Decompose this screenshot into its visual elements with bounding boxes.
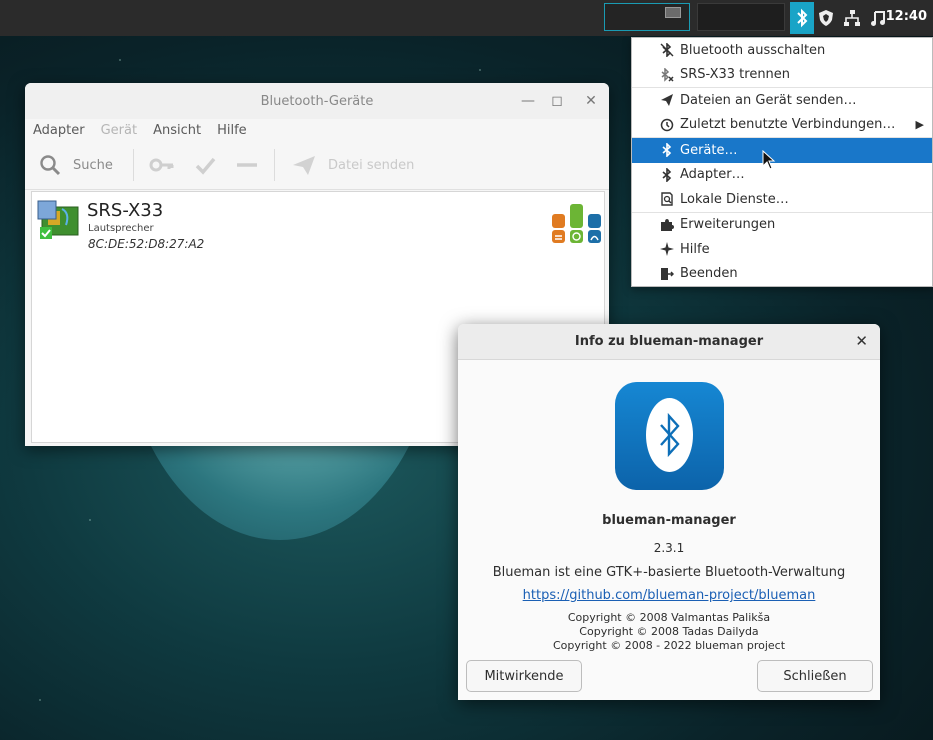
- menu-item-send-files[interactable]: Dateien an Gerät senden…: [632, 88, 932, 113]
- maximize-icon[interactable]: ◻: [548, 92, 566, 110]
- menu-item-label: Beenden: [680, 266, 738, 282]
- menu-item-label: Zuletzt benutzte Verbindungen…: [680, 117, 896, 133]
- top-panel: 12:40: [0, 0, 933, 36]
- window-titlebar[interactable]: Bluetooth-Geräte — ◻ ✕: [25, 83, 609, 119]
- dialog-titlebar[interactable]: Info zu blueman-manager ✕: [458, 324, 880, 360]
- menu-item-help[interactable]: Hilfe: [632, 237, 932, 262]
- device-name: SRS-X33: [87, 200, 164, 221]
- menubar: Adapter Gerät Ansicht Hilfe: [25, 119, 609, 141]
- device-row[interactable]: SRS-X33 Lautsprecher 8C:DE:52:D8:27:A2: [32, 196, 604, 254]
- menu-adapter[interactable]: Adapter: [33, 123, 85, 138]
- menu-item-label: Erweiterungen: [680, 217, 776, 233]
- workspace-1[interactable]: [604, 3, 690, 31]
- toolbar-separator: [133, 149, 134, 181]
- menu-item-bluetooth-off[interactable]: Bluetooth ausschalten: [632, 38, 932, 63]
- audio-device-icon: [37, 200, 79, 239]
- copyright-line: Copyright © 2008 - 2022 blueman project: [552, 639, 786, 652]
- menu-item-label: Dateien an Gerät senden…: [680, 92, 857, 108]
- about-dialog: Info zu blueman-manager ✕ blueman-manage…: [458, 324, 880, 700]
- copyright-line: Copyright © 2008 Valmantas Palikša: [567, 611, 771, 624]
- device-address: 8C:DE:52:D8:27:A2: [88, 237, 205, 251]
- network-icon[interactable]: [842, 8, 862, 28]
- menu-device[interactable]: Gerät: [101, 123, 137, 138]
- menu-item-plugins[interactable]: Erweiterungen: [632, 213, 932, 238]
- menu-item-local-services[interactable]: Lokale Dienste…: [632, 187, 932, 213]
- minimize-icon[interactable]: —: [519, 92, 537, 110]
- bluetooth-disconnect-icon: [661, 67, 674, 82]
- document-search-icon: [661, 192, 673, 206]
- key-icon[interactable]: [149, 155, 175, 175]
- app-description: Blueman ist eine GTK+-basierte Bluetooth…: [492, 565, 846, 580]
- mouse-pointer-icon: [762, 150, 776, 170]
- website-link[interactable]: https://github.com/blueman-project/bluem…: [523, 588, 816, 603]
- toolbar-separator: [274, 149, 275, 181]
- menu-item-adapter[interactable]: Adapter…: [632, 163, 932, 188]
- menu-help[interactable]: Hilfe: [217, 123, 247, 138]
- exit-icon: [661, 267, 674, 280]
- history-icon: [660, 118, 674, 131]
- app-version: 2.3.1: [653, 541, 685, 555]
- menu-item-label: Adapter…: [680, 167, 745, 183]
- connection-status-icons: [552, 204, 601, 243]
- app-name: blueman-manager: [602, 513, 736, 528]
- menu-item-quit[interactable]: Beenden: [632, 262, 932, 287]
- menu-item-recent-connections[interactable]: Zuletzt benutzte Verbindungen… ▶: [632, 113, 932, 138]
- search-button[interactable]: Suche: [39, 154, 113, 176]
- dialog-title: Info zu blueman-manager: [574, 334, 764, 349]
- bluetooth-tray-menu: Bluetooth ausschalten SRS-X33 trennen Da…: [631, 37, 933, 287]
- workspace-window-thumb: [665, 7, 681, 18]
- copyright-line: Copyright © 2008 Tadas Dailyda: [579, 625, 759, 638]
- search-label: Suche: [73, 157, 113, 173]
- clock[interactable]: 12:40: [886, 9, 927, 24]
- menu-item-label: SRS-X33 trennen: [680, 67, 791, 83]
- device-type: Lautsprecher: [88, 223, 154, 234]
- bluetooth-tray-icon[interactable]: [790, 2, 814, 34]
- menu-item-disconnect[interactable]: SRS-X33 trennen: [632, 63, 932, 88]
- puzzle-piece-icon: [661, 218, 674, 231]
- bluetooth-disabled-icon: [660, 43, 674, 58]
- credits-button[interactable]: Mitwirkende: [466, 660, 582, 692]
- checkmark-icon[interactable]: [194, 154, 216, 176]
- menu-item-label: Hilfe: [680, 241, 710, 257]
- menu-item-label: Lokale Dienste…: [680, 191, 789, 207]
- bluetooth-icon: [662, 143, 672, 158]
- bluetooth-icon: [662, 167, 672, 182]
- blueman-app-icon: [615, 382, 724, 490]
- close-icon[interactable]: ✕: [582, 92, 600, 110]
- remove-icon[interactable]: [236, 155, 258, 175]
- menu-item-devices[interactable]: Geräte…: [632, 138, 932, 163]
- send-icon: [293, 156, 315, 175]
- menu-item-label: Bluetooth ausschalten: [680, 42, 826, 58]
- sparkle-icon: [660, 242, 674, 257]
- menu-item-label: Geräte…: [680, 142, 738, 158]
- submenu-arrow-icon: ▶: [915, 118, 924, 132]
- shield-icon[interactable]: [816, 8, 836, 28]
- close-button[interactable]: Schließen: [757, 660, 873, 692]
- workspace-2[interactable]: [697, 3, 785, 31]
- close-icon[interactable]: ✕: [855, 332, 868, 350]
- send-file-label: Datei senden: [328, 157, 415, 173]
- send-file-button[interactable]: Datei senden: [292, 154, 414, 176]
- search-icon: [40, 155, 61, 176]
- send-icon: [661, 94, 673, 107]
- toolbar: Suche Datei senden: [25, 141, 609, 190]
- menu-view[interactable]: Ansicht: [153, 123, 201, 138]
